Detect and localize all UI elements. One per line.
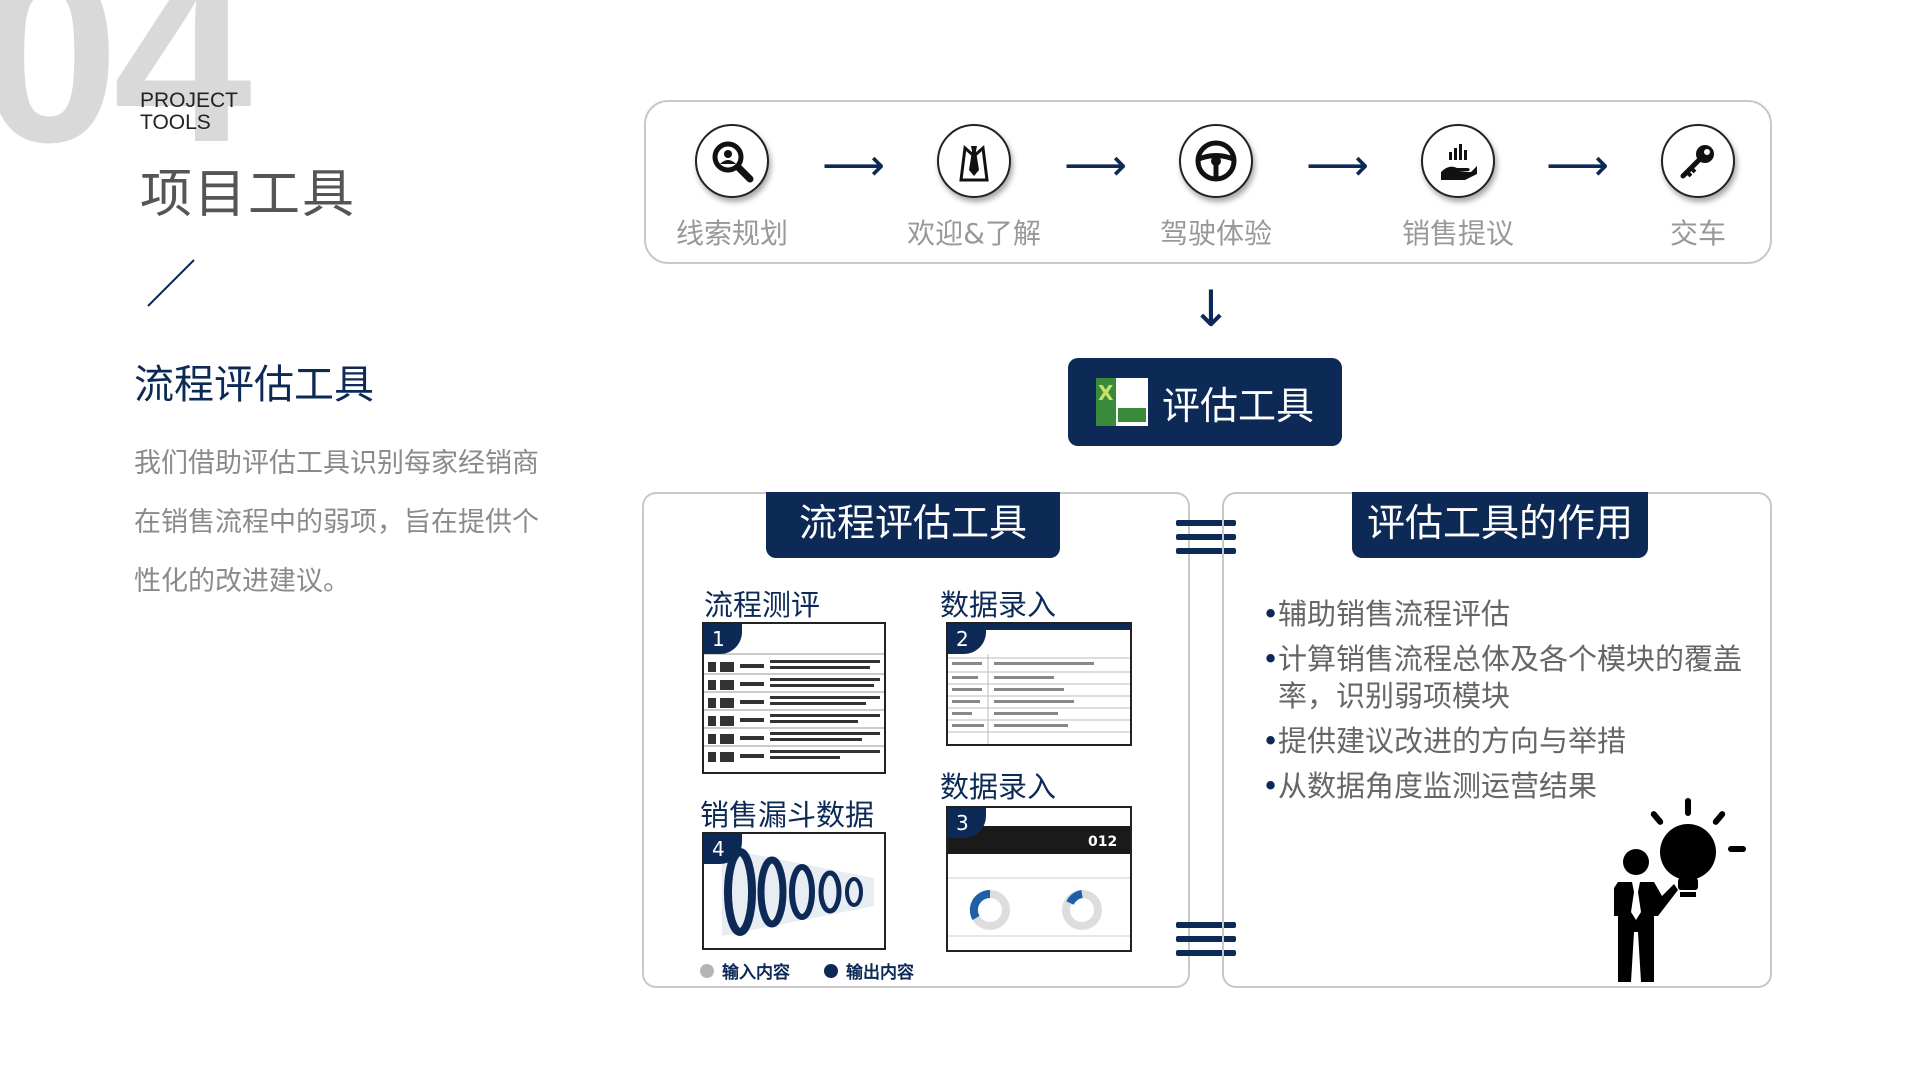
- svg-text:X: X: [1098, 381, 1114, 405]
- section-subtitle: 流程评估工具: [134, 362, 374, 408]
- thumb-title-sales-funnel: 销售漏斗数据: [700, 798, 875, 832]
- thumb-process-eval[interactable]: 1: [702, 622, 886, 774]
- legend-output: 输出内容: [824, 958, 914, 983]
- list-item: 辅助销售流程评估: [1262, 596, 1752, 633]
- list-item: 计算销售流程总体及各个模块的覆盖率，识别弱项模块: [1262, 641, 1752, 715]
- step-test-drive: 驾驶体验: [1136, 124, 1296, 252]
- steering-wheel-icon: [1179, 124, 1253, 198]
- legend-input-label: 输入内容: [722, 963, 790, 983]
- step-label: 欢迎&了解: [907, 217, 1041, 250]
- person-lightbulb-icon: [1614, 798, 1746, 982]
- excel-icon: X: [1095, 378, 1148, 426]
- list-item: 提供建议改进的方向与举措: [1262, 723, 1752, 760]
- step-label: 交车: [1669, 217, 1726, 250]
- process-eval-tab: 流程评估工具: [766, 492, 1060, 558]
- key-icon: [1661, 124, 1735, 198]
- tool-function-tab: 评估工具的作用: [1352, 492, 1648, 558]
- project-tools-en-label: PROJECT TOOLS: [140, 90, 238, 134]
- input-dot-icon: [700, 963, 714, 978]
- section-description: 我们借助评估工具识别每家经销商在销售流程中的弱项，旨在提供个性化的改进建议。: [134, 448, 539, 597]
- right-arrow-icon: ⟶: [1064, 140, 1128, 191]
- step-welcome: 欢迎&了解: [894, 124, 1054, 252]
- step-delivery: 交车: [1618, 124, 1778, 252]
- thumb-sales-funnel[interactable]: 4: [702, 832, 886, 950]
- step-label: 销售提议: [1401, 217, 1514, 250]
- slash-divider: [147, 259, 195, 307]
- hand-chart-icon: [1421, 124, 1495, 198]
- output-dot-icon: [824, 963, 838, 978]
- thumb-title-data-entry-1: 数据录入: [940, 588, 1057, 622]
- search-person-icon: [695, 124, 769, 198]
- page-title: 项目工具: [140, 165, 357, 225]
- right-arrow-icon: ⟶: [1546, 140, 1610, 191]
- evaluation-tool-label: 评估工具: [1161, 383, 1314, 428]
- legend-input: 输入内容: [700, 958, 790, 983]
- project-en-line1: PROJECT: [140, 89, 239, 112]
- step-sales-proposal: 销售提议: [1378, 124, 1538, 252]
- legend-output-label: 输出内容: [846, 963, 914, 983]
- thumb-title-process-eval: 流程测评: [704, 588, 821, 622]
- step-label: 线索规划: [675, 217, 788, 250]
- project-en-line2: TOOLS: [140, 111, 211, 134]
- tool-function-list: 辅助销售流程评估 计算销售流程总体及各个模块的覆盖率，识别弱项模块 提供建议改进…: [1262, 596, 1752, 813]
- thumb-data-entry-2[interactable]: 3 012: [946, 806, 1132, 952]
- right-arrow-icon: ⟶: [822, 140, 886, 191]
- step-lead-planning: 线索规划: [652, 124, 812, 252]
- evaluation-tool-button[interactable]: X 评估工具: [1068, 358, 1342, 446]
- thumb-title-data-entry-2: 数据录入: [940, 770, 1057, 804]
- right-arrow-icon: ⟶: [1306, 140, 1370, 191]
- thumb-dashboard-value: 012: [1088, 834, 1117, 850]
- tie-person-icon: [937, 124, 1011, 198]
- down-arrow-icon: ↓: [1190, 280, 1232, 338]
- thumb-data-entry-1[interactable]: 2: [946, 622, 1132, 746]
- step-label: 驾驶体验: [1159, 217, 1272, 250]
